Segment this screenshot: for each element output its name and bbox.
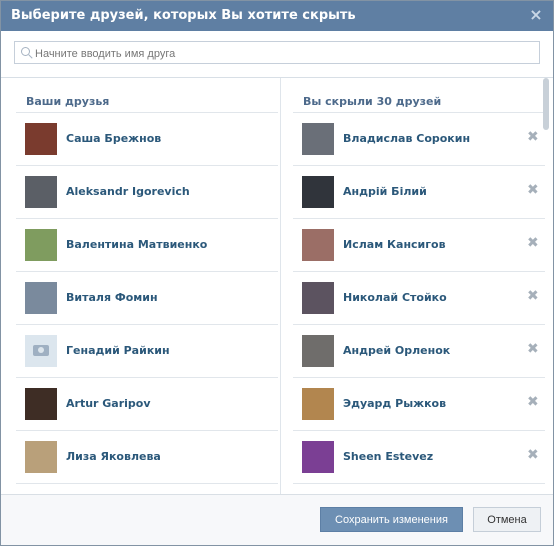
avatar	[25, 176, 57, 208]
avatar	[25, 335, 57, 367]
avatar	[302, 335, 334, 367]
friend-name: Эдуард Рыжков	[343, 397, 447, 410]
friend-name: Ислам Кансигов	[343, 238, 446, 251]
friend-row[interactable]: Саша Брежнов	[16, 113, 278, 166]
friend-name: Sheen Estevez	[343, 450, 434, 463]
friend-name: Aleksandr Igorevich	[66, 185, 190, 198]
friend-name: Виталя Фомин	[66, 291, 158, 304]
remove-icon[interactable]: ✖	[527, 395, 539, 409]
search-box[interactable]	[14, 41, 540, 64]
remove-icon[interactable]: ✖	[527, 183, 539, 197]
hidden-friend-row[interactable]: Андрей Орленок ✖	[293, 325, 545, 378]
hidden-friend-row[interactable]: Николай Стойко ✖	[293, 272, 545, 325]
friend-name: Владислав Сорокин	[343, 132, 471, 145]
hidden-friends-header: Вы скрыли 30 друзей	[293, 78, 545, 113]
friend-name: Генадий Райкин	[66, 344, 170, 357]
avatar	[25, 441, 57, 473]
search-input[interactable]	[33, 44, 537, 63]
friend-row[interactable]: Виталя Фомин	[16, 272, 278, 325]
dialog-titlebar: Выберите друзей, которых Вы хотите скрыт…	[1, 1, 553, 31]
hidden-friend-row[interactable]: Эдуард Рыжков ✖	[293, 378, 545, 431]
avatar	[25, 388, 57, 420]
friends-list-header: Ваши друзья	[16, 78, 278, 113]
camera-icon	[33, 345, 49, 356]
dialog-footer: Сохранить изменения Отмена	[1, 494, 553, 545]
remove-icon[interactable]: ✖	[527, 236, 539, 250]
avatar	[302, 229, 334, 261]
cancel-button[interactable]: Отмена	[473, 507, 541, 532]
hidden-friend-row[interactable]: Ислам Кансигов ✖	[293, 219, 545, 272]
save-changes-button[interactable]: Сохранить изменения	[320, 507, 463, 532]
friend-row[interactable]: Aleksandr Igorevich	[16, 166, 278, 219]
friend-name: Саша Брежнов	[66, 132, 162, 145]
avatar	[25, 123, 57, 155]
friend-row[interactable]: Artur Garipov	[16, 378, 278, 431]
friend-row[interactable]: Генадий Райкин	[16, 325, 278, 378]
remove-icon[interactable]: ✖	[527, 448, 539, 462]
friend-name: Андрій Білий	[343, 185, 427, 198]
hidden-friends-column: Вы скрыли 30 друзей Владислав Сорокин ✖ Ан…	[293, 78, 545, 495]
remove-icon[interactable]: ✖	[527, 342, 539, 356]
friend-row[interactable]: Лиза Яковлева	[16, 431, 278, 484]
avatar	[302, 123, 334, 155]
friends-columns: Ваши друзья Саша Брежнов Aleksandr Igorev…	[1, 78, 553, 495]
avatar	[302, 176, 334, 208]
avatar	[25, 282, 57, 314]
avatar	[302, 388, 334, 420]
hidden-friend-row[interactable]: Sheen Estevez ✖	[293, 431, 545, 484]
friend-name: Андрей Орленок	[343, 344, 451, 357]
remove-icon[interactable]: ✖	[527, 130, 539, 144]
dialog-title: Выберите друзей, которых Вы хотите скрыт…	[11, 8, 356, 23]
column-divider	[280, 78, 281, 495]
hidden-friend-row[interactable]: Андрій Білий ✖	[293, 166, 545, 219]
friend-name: Artur Garipov	[66, 397, 151, 410]
remove-icon[interactable]: ✖	[527, 289, 539, 303]
friend-name: Лиза Яковлева	[66, 450, 161, 463]
avatar	[302, 441, 334, 473]
close-icon[interactable]: ×	[527, 6, 545, 24]
hide-friends-dialog: Выберите друзей, которых Вы хотите скрыт…	[0, 0, 554, 546]
search-area	[1, 31, 553, 78]
scrollbar[interactable]	[543, 78, 549, 130]
friend-name: Валентина Матвиенко	[66, 238, 208, 251]
friend-row[interactable]: Валентина Матвиенко	[16, 219, 278, 272]
friend-name: Николай Стойко	[343, 291, 447, 304]
avatar	[25, 229, 57, 261]
friends-list-column: Ваши друзья Саша Брежнов Aleksandr Igorev…	[16, 78, 278, 495]
hidden-friend-row[interactable]: Владислав Сорокин ✖	[293, 113, 545, 166]
avatar	[302, 282, 334, 314]
search-icon	[21, 47, 30, 56]
